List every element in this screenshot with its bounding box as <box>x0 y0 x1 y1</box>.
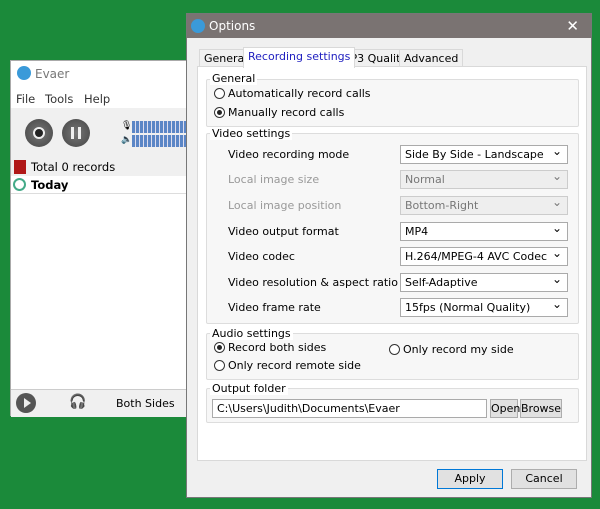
pause-button[interactable] <box>62 119 90 147</box>
video-setting-select: Bottom-Right <box>400 195 568 215</box>
video-setting-label: Video frame rate <box>228 301 321 314</box>
video-setting-label: Video recording mode <box>228 148 350 161</box>
speaker-icon: 🔈 <box>121 135 133 145</box>
total-records: Total 0 records <box>11 158 193 176</box>
video-setting-select[interactable]: Self-Adaptive <box>400 272 568 292</box>
open-button[interactable]: Open <box>490 399 520 418</box>
evaer-logo-icon <box>17 66 31 80</box>
record-button[interactable] <box>25 119 53 147</box>
output-group-label: Output folder <box>210 382 288 395</box>
clock-icon <box>13 178 26 191</box>
video-setting-label: Video resolution & aspect ratio <box>228 276 398 289</box>
title-bar: Options ✕ <box>187 14 591 38</box>
menu-tools[interactable]: Tools <box>45 92 73 106</box>
video-setting-label: Video codec <box>228 250 295 263</box>
record-both-radio[interactable]: Record both sides <box>214 341 326 354</box>
close-icon[interactable]: ✕ <box>566 14 579 38</box>
video-setting-label: Video output format <box>228 225 339 238</box>
video-setting-select[interactable]: 15fps (Normal Quality) <box>400 297 568 317</box>
evaer-window: Evaer File Tools Help 🎙 🔈 Total 0 record… <box>10 60 202 417</box>
window-title: Evaer <box>35 67 70 81</box>
mode-status: Both Sides <box>116 397 175 410</box>
menu-file[interactable]: File <box>16 92 35 106</box>
total-label: Total 0 records <box>31 160 116 174</box>
recording-settings-panel: General Automatically record calls Manua… <box>197 66 587 461</box>
play-button[interactable] <box>16 393 36 413</box>
book-icon <box>14 160 26 174</box>
menu-help[interactable]: Help <box>84 92 110 106</box>
browse-button[interactable]: Browse <box>520 399 562 418</box>
video-group-label: Video settings <box>210 127 293 140</box>
record-remote-radio[interactable]: Only record remote side <box>214 359 361 372</box>
record-mine-radio[interactable]: Only record my side <box>389 343 514 356</box>
dialog-title: Options <box>209 19 256 33</box>
video-setting-select[interactable]: Side By Side - Landscape <box>400 144 568 164</box>
tab-recording-settings[interactable]: Recording settings <box>243 47 356 68</box>
tab-advanced[interactable]: Advanced <box>399 49 464 67</box>
today-label: Today <box>31 178 69 192</box>
apply-button[interactable]: Apply <box>437 469 503 489</box>
video-setting-select[interactable]: MP4 <box>400 221 568 241</box>
microphone-icon: 🎙 <box>121 121 133 131</box>
video-setting-select[interactable]: H.264/MPEG-4 AVC Codec <box>400 246 568 266</box>
options-dialog: Options ✕ General Recording settings MP3… <box>186 13 592 498</box>
auto-record-radio[interactable]: Automatically record calls <box>214 87 371 100</box>
output-folder-input[interactable]: C:\Users\Judith\Documents\Evaer <box>212 399 487 418</box>
video-setting-label: Local image position <box>228 199 342 212</box>
app-icon <box>191 19 205 33</box>
headset-icon: 🎧 <box>69 394 87 410</box>
video-setting-label: Local image size <box>228 173 320 186</box>
toolbar: 🎙 🔈 <box>11 108 202 158</box>
manual-record-radio[interactable]: Manually record calls <box>214 106 344 119</box>
general-group-label: General <box>210 72 258 85</box>
status-bar: 🎧 Both Sides <box>11 389 193 417</box>
today-group[interactable]: Today <box>11 176 193 194</box>
audio-group-label: Audio settings <box>210 327 293 340</box>
video-setting-select: Normal <box>400 169 568 189</box>
cancel-button[interactable]: Cancel <box>511 469 577 489</box>
